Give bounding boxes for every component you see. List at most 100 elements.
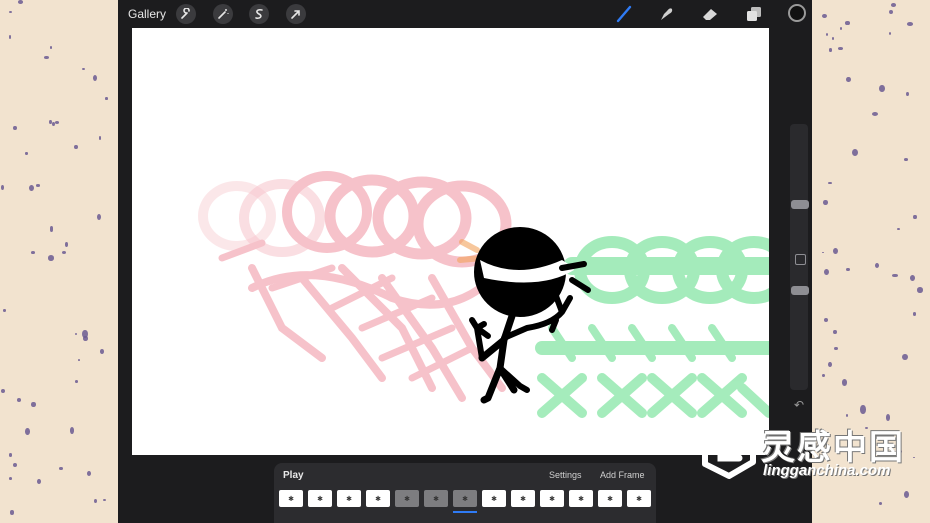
paper-speck <box>846 267 850 271</box>
paper-speck <box>839 26 843 31</box>
paper-speck <box>18 0 24 5</box>
paper-speck <box>25 427 30 435</box>
paper-speck <box>823 200 828 205</box>
magic-wand-icon[interactable] <box>213 4 233 24</box>
paper-speck <box>888 32 892 36</box>
paper-speck <box>917 287 923 293</box>
paper-speck <box>12 125 17 131</box>
paper-speck <box>871 112 878 117</box>
paper-speck <box>59 466 64 471</box>
paper-speck <box>903 491 909 498</box>
timeline-frame-5[interactable]: ✱ <box>395 490 419 507</box>
timeline-frame-10[interactable]: ✱ <box>540 490 564 507</box>
gallery-button[interactable]: Gallery <box>128 7 166 21</box>
paper-speck <box>97 214 102 221</box>
watermark: 灵感中国 lingganchina.com <box>697 418 912 486</box>
paper-speck <box>30 251 35 255</box>
paper-speck <box>74 333 78 336</box>
paper-speck <box>834 347 839 351</box>
paper-speck <box>879 84 885 93</box>
top-toolbar: Gallery <box>118 0 812 28</box>
settings-button[interactable]: Settings <box>549 470 582 480</box>
paper-speck <box>905 91 909 97</box>
paper-speck <box>105 97 108 100</box>
timeline-frame-6[interactable]: ✱ <box>424 490 448 507</box>
selected-frame-indicator <box>453 511 477 513</box>
paper-speck <box>8 452 13 457</box>
smudge-icon[interactable] <box>656 4 676 24</box>
brush-icon[interactable] <box>614 4 634 24</box>
paper-speck <box>0 185 4 191</box>
timeline-frame-1[interactable]: ✱ <box>279 490 303 507</box>
paper-speck <box>64 241 69 248</box>
paper-speck <box>61 250 67 255</box>
paper-speck <box>823 268 829 276</box>
timeline-frame-2[interactable]: ✱ <box>308 490 332 507</box>
add-frame-button[interactable]: Add Frame <box>600 470 645 480</box>
play-button[interactable]: Play <box>283 470 304 481</box>
paper-speck <box>3 309 6 312</box>
paper-speck <box>826 33 829 37</box>
paper-speck <box>903 158 909 162</box>
paper-speck <box>912 456 915 459</box>
animation-timeline: Play Settings Add Frame ✱ ✱ ✱ ✱ ✱ ✱ ✱ ✱ ✱ ✱ ✱ ✱ ✱ <box>274 463 656 523</box>
paper-speck <box>25 152 28 155</box>
wrench-icon[interactable] <box>176 4 196 24</box>
timeline-frame-4[interactable]: ✱ <box>366 490 390 507</box>
paper-speck <box>828 48 833 53</box>
brush-opacity-slider[interactable] <box>791 286 809 295</box>
timeline-frame-7[interactable]: ✱ <box>453 490 477 507</box>
paper-speck <box>49 226 54 232</box>
timeline-frame-13[interactable]: ✱ <box>627 490 651 507</box>
paper-speck <box>8 10 12 13</box>
brush-sidebar <box>790 124 809 390</box>
paper-speck <box>13 462 18 468</box>
paper-speck <box>821 373 826 377</box>
timeline-frame-11[interactable]: ✱ <box>569 490 593 507</box>
paper-speck <box>94 498 98 503</box>
paper-speck <box>902 354 908 360</box>
onion-skin-previous-frames <box>198 171 512 402</box>
paper-speck <box>49 46 53 49</box>
paper-speck <box>913 214 917 220</box>
paper-speck <box>846 76 852 83</box>
timeline-frame-9[interactable]: ✱ <box>511 490 535 507</box>
paper-speck <box>77 359 80 361</box>
paper-speck <box>912 312 917 316</box>
color-picker-button[interactable] <box>788 4 806 22</box>
paper-speck <box>8 477 13 481</box>
paper-speck <box>9 510 15 515</box>
paper-background-left <box>0 0 118 523</box>
watermark-logo-icon <box>702 421 756 479</box>
paper-speck <box>852 148 859 156</box>
paper-speck <box>35 184 40 187</box>
paper-speck <box>845 414 849 418</box>
paper-speck <box>860 405 866 414</box>
paper-speck <box>823 317 829 322</box>
paper-speck <box>44 56 49 60</box>
paper-speck <box>37 479 41 485</box>
paper-speck <box>842 379 848 386</box>
paper-speck <box>821 251 825 254</box>
paper-speck <box>821 14 827 18</box>
paper-speck <box>0 389 5 394</box>
paper-speck <box>890 2 897 8</box>
brush-size-slider[interactable] <box>791 200 809 209</box>
transform-arrow-icon[interactable] <box>286 4 306 24</box>
paper-speck <box>98 136 102 140</box>
paper-speck <box>897 228 901 231</box>
paper-speck <box>75 379 79 383</box>
modify-square-icon[interactable] <box>795 254 806 265</box>
paper-speck <box>99 349 105 355</box>
drawing-canvas[interactable] <box>132 28 769 455</box>
canvas-artwork <box>198 171 769 418</box>
paper-speck <box>51 121 55 126</box>
eraser-icon[interactable] <box>700 4 720 24</box>
timeline-frame-8[interactable]: ✱ <box>482 490 506 507</box>
layers-icon[interactable] <box>744 4 764 24</box>
paper-speck <box>16 398 22 402</box>
undo-icon[interactable]: ↶ <box>790 398 808 412</box>
selection-icon[interactable] <box>249 4 269 24</box>
timeline-frame-3[interactable]: ✱ <box>337 490 361 507</box>
timeline-frame-12[interactable]: ✱ <box>598 490 622 507</box>
